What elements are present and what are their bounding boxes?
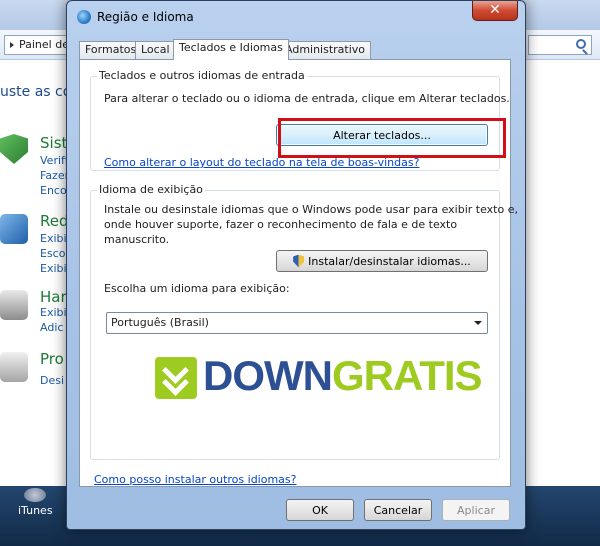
control-panel-heading: uste as co <box>0 84 72 100</box>
selected-language: Português (Brasil) <box>111 316 209 329</box>
display-description-line: manuscrito. <box>104 233 170 246</box>
globe-icon <box>77 10 91 24</box>
uac-shield-icon <box>293 254 305 268</box>
cancel-button[interactable]: Cancelar <box>364 499 432 521</box>
address-text: Painel de <box>19 38 69 51</box>
dialog-title: Região e Idioma <box>97 10 194 24</box>
category-link[interactable]: Exibi <box>40 306 67 319</box>
tab-administrative[interactable]: Administrativo <box>279 41 372 59</box>
category-link[interactable]: Enco <box>40 184 67 197</box>
search-box[interactable] <box>528 35 592 55</box>
category-link[interactable]: Esco <box>40 247 65 260</box>
itunes-icon[interactable] <box>24 488 46 502</box>
watermark-part: GRATIS <box>331 352 483 399</box>
tab-keyboards-languages[interactable]: Teclados e Idiomas <box>173 39 289 60</box>
choose-language-label: Escolha um idioma para exibição: <box>104 282 290 295</box>
tab-panel: Teclados e outros idiomas de entrada Par… <box>79 59 518 487</box>
install-languages-button[interactable]: Instalar/desinstalar idiomas... <box>276 250 488 272</box>
category-title[interactable]: Red <box>40 212 69 230</box>
button-label: Aplicar <box>457 503 495 517</box>
apply-button[interactable]: Aplicar <box>442 499 510 521</box>
address-bar[interactable]: Painel de <box>4 35 70 55</box>
category-link[interactable]: Fazer <box>40 169 69 182</box>
button-label: Cancelar <box>373 503 423 517</box>
watermark-text: DOWNGRATIS <box>203 351 483 401</box>
tab-location[interactable]: Local <box>135 41 176 59</box>
network-icon <box>0 214 28 244</box>
chevron-right-icon <box>10 42 14 48</box>
display-description-line: onde houver suporte, fazer o reconhecime… <box>104 218 458 231</box>
search-icon <box>576 39 586 49</box>
keyboards-description: Para alterar o teclado ou o idioma de en… <box>104 92 510 105</box>
programs-icon <box>0 352 28 382</box>
close-icon: ✕ <box>489 2 501 18</box>
keyboard-layout-help-link[interactable]: Como alterar o layout do teclado na tela… <box>104 156 419 169</box>
downgratis-logo-icon <box>155 357 197 399</box>
group-title: Teclados e outros idiomas de entrada <box>97 69 307 82</box>
close-button[interactable]: ✕ <box>472 1 518 21</box>
install-languages-help-link[interactable]: Como posso instalar outros idiomas? <box>94 473 297 486</box>
category-link[interactable]: Exibi <box>40 262 67 275</box>
button-label: OK <box>312 503 328 517</box>
ok-button[interactable]: OK <box>286 499 354 521</box>
tab-formats[interactable]: Formatos <box>79 41 143 59</box>
highlight-box <box>278 118 506 158</box>
printer-icon <box>0 290 28 320</box>
category-title[interactable]: Har <box>40 288 67 306</box>
category-link[interactable]: Exibi <box>40 232 67 245</box>
region-language-dialog: Região e Idioma ✕ Formatos Local Teclado… <box>66 0 526 530</box>
shield-icon <box>0 134 28 164</box>
display-language-select[interactable]: Português (Brasil) <box>106 312 488 334</box>
chevron-down-icon <box>474 321 482 325</box>
watermark-part: DOWN <box>203 352 333 399</box>
category-title[interactable]: Pro <box>40 350 64 368</box>
button-label: Instalar/desinstalar idiomas... <box>308 254 471 268</box>
category-link[interactable]: Adic <box>40 321 63 334</box>
group-title: Idioma de exibição <box>97 183 205 196</box>
category-link[interactable]: Desi <box>40 374 64 387</box>
category-title[interactable]: Sist <box>40 134 67 152</box>
taskbar-item-itunes[interactable]: iTunes <box>18 504 53 517</box>
display-description-line: Instale ou desinstale idiomas que o Wind… <box>104 203 518 216</box>
category-link[interactable]: Verifi <box>40 154 68 167</box>
